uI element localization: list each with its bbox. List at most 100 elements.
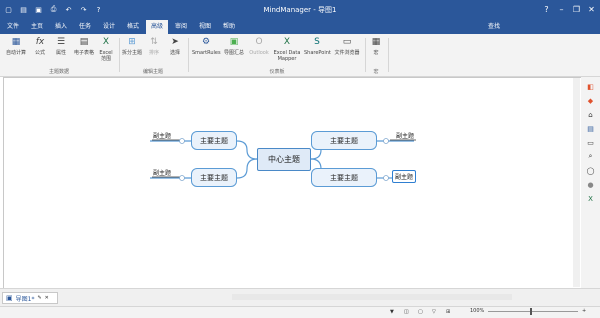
subtopic-left-bottom[interactable]: 副主题 [153, 168, 171, 177]
record-icon[interactable]: ● [585, 179, 596, 190]
tab-help[interactable]: 帮助 [218, 20, 240, 34]
collapse-handle [179, 175, 185, 181]
collapse-handle [179, 138, 185, 144]
sharepoint-icon: S [314, 37, 320, 47]
group-label-dashboard: 仪表板 [269, 69, 285, 75]
filter-icon[interactable]: ▼ [390, 309, 394, 315]
task-pane-bar: ◧ ◆ ⌂ ▤ ▭ ⌕ ◯ ● X [581, 77, 600, 288]
calculator-icon: ▦ [11, 37, 21, 47]
group-label-edit-topic: 编辑主题 [142, 69, 163, 75]
sharepoint-button[interactable]: S SharePoint [304, 36, 331, 57]
connector-line [236, 158, 258, 179]
excel-icon: X [102, 37, 110, 47]
tab-file[interactable]: 文件 [2, 20, 24, 34]
zoom-level: 100% [470, 308, 485, 314]
connector-line [236, 140, 258, 160]
auto-calc-button[interactable]: ▦ 自动计算 [4, 36, 28, 57]
map-canvas[interactable]: 主要主题 主要主题 中心主题 主要主题 主要主题 副主题 副主题 副主题 副主题 [3, 77, 582, 290]
spreadsheet-button[interactable]: ▤ 电子表格 [72, 36, 96, 57]
excel-range-button[interactable]: X Excel 范围 [98, 36, 114, 63]
excel-data-mapper-button[interactable]: X Excel Data Mapper [272, 36, 302, 63]
fit-icon[interactable]: ▢ [418, 309, 423, 315]
macro-icon: ▦ [371, 37, 381, 47]
tab-advanced[interactable]: 高级 [146, 20, 168, 34]
search-button[interactable]: 查找 [488, 20, 500, 34]
zoom-slider-thumb[interactable] [530, 308, 532, 315]
ribbon-separator [365, 38, 366, 72]
subtopic-right-top[interactable]: 副主题 [396, 131, 414, 140]
tab-format[interactable]: 格式 [122, 20, 144, 34]
layout-icon[interactable]: ◫ [404, 309, 409, 315]
main-topic-right-top[interactable]: 主要主题 [311, 131, 377, 150]
search-icon[interactable]: ⌕ [585, 151, 596, 162]
select-button[interactable]: ➤ 选择 [166, 36, 184, 57]
grid-icon[interactable]: ⊞ [446, 309, 450, 315]
horizontal-scrollbar[interactable] [232, 294, 512, 300]
central-topic[interactable]: 中心主题 [257, 148, 311, 171]
spreadsheet-icon: ▤ [79, 37, 89, 47]
map-doc-icon: ▣ [6, 294, 13, 302]
tab-home[interactable]: 主页 [26, 20, 48, 34]
main-topic-left-top[interactable]: 主要主题 [191, 131, 237, 150]
zoom-in-icon[interactable]: + [582, 308, 586, 314]
excel-icon: X [283, 37, 291, 47]
subtopic-right-bottom-selected[interactable]: 副主题 [392, 170, 417, 183]
ribbon-separator [188, 38, 189, 72]
help-icon[interactable]: ? [540, 3, 553, 15]
window-title: MindManager - 导图1 [263, 6, 337, 14]
tab-insert[interactable]: 插入 [50, 20, 72, 34]
formula-icon: fx [35, 37, 45, 47]
macro-button[interactable]: ▦ 宏 [368, 36, 384, 57]
collapse-handle [383, 175, 389, 181]
ribbon-separator [119, 38, 120, 72]
tab-review[interactable]: 审阅 [170, 20, 192, 34]
zoom-slider[interactable] [488, 311, 578, 312]
outlook-button[interactable]: O Outlook [248, 36, 270, 57]
status-bar: ▼ ◫ ▢ ▽ ⊞ 100% + [0, 306, 600, 318]
smartrules-icon: ⚙ [201, 37, 211, 47]
close-icon[interactable]: ✕ [45, 295, 49, 301]
topic-icon[interactable]: ▤ [585, 123, 596, 134]
file-browser-button[interactable]: ▭ 文件浏览器 [332, 36, 362, 57]
main-topic-right-bottom[interactable]: 主要主题 [311, 168, 377, 187]
connector-lines [150, 138, 416, 181]
library-icon[interactable]: ◧ [585, 81, 596, 92]
filter-icon[interactable]: ◯ [585, 165, 596, 176]
smartrules-button[interactable]: ⚙ SmartRules [192, 36, 221, 57]
excel-icon[interactable]: X [585, 193, 596, 204]
ribbon-tabs: 文件 主页 插入 任务 设计 格式 高级 审阅 视图 帮助 查找 [0, 20, 600, 34]
sort-icon: ⇅ [150, 37, 158, 47]
document-tabs: ▣ 导图1* ✎ ✕ [0, 288, 600, 307]
split-icon: ⊞ [128, 37, 136, 47]
main-topic-left-bottom[interactable]: 主要主题 [191, 168, 237, 187]
cursor-icon: ➤ [171, 37, 179, 47]
collapse-handle [383, 138, 389, 144]
map-rollup-button[interactable]: ▣ 导图汇总 [222, 36, 246, 57]
group-label-topic-data: 主题数据 [48, 69, 69, 75]
pin-icon[interactable]: ✎ [37, 295, 41, 301]
rollup-icon: ▣ [229, 37, 239, 47]
doc-tab[interactable]: ▣ 导图1* ✎ ✕ [2, 292, 58, 304]
formula-button[interactable]: fx 公式 [30, 36, 50, 57]
group-label-macro: 宏 [373, 69, 379, 75]
format-icon[interactable]: ⌂ [585, 109, 596, 120]
properties-button[interactable]: ☰ 属性 [52, 36, 70, 57]
title-bar: ▢ ▤ ▣ ⎙ ↶ ↷ ? MindManager - 导图1 ? – ❐ ✕ [0, 0, 600, 20]
subtopic-left-top[interactable]: 副主题 [153, 131, 171, 140]
ribbon-separator [388, 38, 389, 72]
restore-icon[interactable]: ❐ [570, 3, 583, 15]
tab-view[interactable]: 视图 [194, 20, 216, 34]
split-topic-button[interactable]: ⊞ 拆分主题 [122, 36, 142, 57]
folder-icon: ▭ [342, 37, 352, 47]
close-icon[interactable]: ✕ [585, 3, 598, 15]
outlook-icon: O [255, 37, 263, 47]
notes-icon[interactable]: ▭ [585, 137, 596, 148]
tab-task[interactable]: 任务 [74, 20, 96, 34]
sort-button[interactable]: ⇅ 排序 [145, 36, 163, 57]
filter-icon[interactable]: ▽ [432, 309, 436, 315]
tab-design[interactable]: 设计 [98, 20, 120, 34]
markers-icon[interactable]: ◆ [585, 95, 596, 106]
minimize-icon[interactable]: – [555, 3, 568, 15]
vertical-scrollbar[interactable] [573, 78, 580, 287]
ribbon: ▦ 自动计算 fx 公式 ☰ 属性 ▤ 电子表格 X Excel 范围 主题数据… [0, 34, 600, 77]
